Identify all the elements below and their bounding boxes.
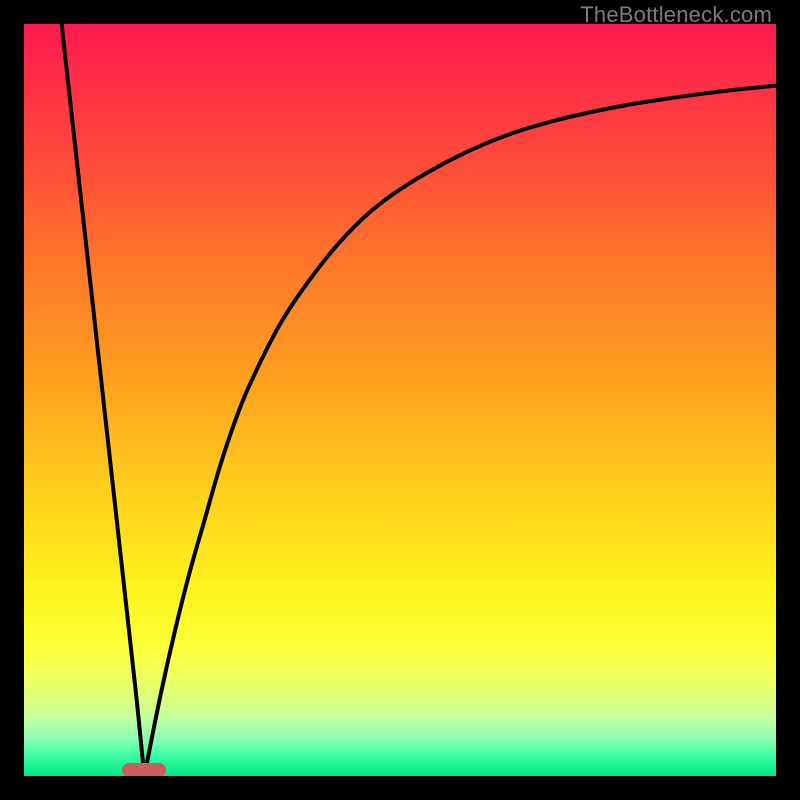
chart-frame: TheBottleneck.com — [0, 0, 800, 800]
watermark-text: TheBottleneck.com — [580, 2, 772, 28]
curve-ascending — [144, 86, 776, 776]
plot-area — [24, 24, 776, 776]
curve-descending — [62, 24, 145, 776]
minimum-marker — [122, 763, 166, 776]
curves-svg — [24, 24, 776, 776]
